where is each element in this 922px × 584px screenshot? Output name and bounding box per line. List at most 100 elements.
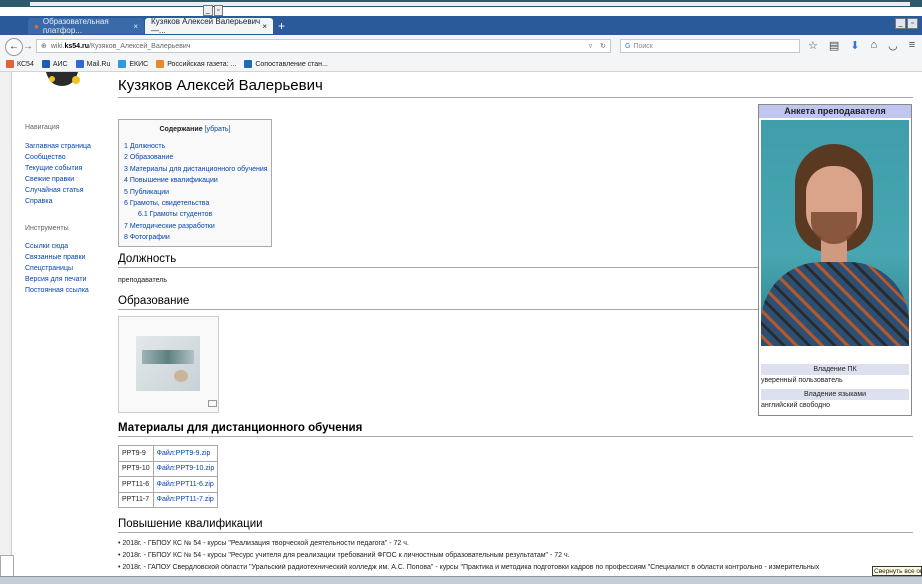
material-file-link[interactable]: Файл:PPT11-7.zip [152, 491, 219, 508]
material-file-link[interactable]: Файл:PPT9-10.zip [152, 460, 219, 477]
close-icon[interactable]: × [262, 22, 267, 31]
reload-icon[interactable]: ↻ [600, 42, 606, 50]
tab-profile[interactable]: Кузяков Алексей Валерьевич —... × [145, 17, 273, 35]
diploma-image[interactable] [136, 336, 200, 391]
diploma-thumbnail[interactable] [118, 316, 219, 413]
bookmark-mailru[interactable]: Mail.Ru [75, 60, 110, 68]
bookmark-icon [75, 60, 84, 68]
section-divider [118, 436, 913, 437]
back-button-icon[interactable]: ← [5, 38, 23, 56]
table-of-contents: Содержание [убрать] 1 Должность 2 Образо… [118, 119, 272, 247]
site-logo[interactable] [40, 72, 90, 90]
toc-item[interactable]: 6.1 Грамоты студентов [124, 209, 268, 220]
material-file-link[interactable]: Файл:PPT11-6.zip [152, 476, 219, 493]
tab-platform[interactable]: ● Образовательная платфор... × [28, 17, 144, 35]
pocket-icon[interactable]: ◡ [888, 39, 898, 52]
minimize-icon[interactable]: _ [203, 5, 213, 16]
section-heading-education: Образование [118, 295, 190, 307]
material-code: PPT11-7 [118, 491, 154, 508]
section-divider [118, 309, 758, 310]
toc-item[interactable]: 4 Повышение квалификации [124, 175, 268, 186]
section-heading-qualification: Повышение квалификации [118, 518, 263, 530]
bookmark-ekis[interactable]: ЕКИС [118, 60, 148, 68]
material-file-link[interactable]: Файл:PPT9-9.zip [152, 445, 219, 462]
bookmark-icon [118, 60, 127, 68]
teacher-infobox: Анкета преподавателя Владение ПК уверенн… [758, 104, 912, 416]
toc-item[interactable]: 2 Образование [124, 152, 268, 163]
forward-button-icon[interactable]: → [23, 41, 33, 52]
toc-hide-link[interactable]: [убрать] [205, 126, 231, 133]
sidebar-item-what-links-here[interactable]: Ссылки сюда [25, 241, 89, 252]
minimize-icon[interactable]: _ [895, 18, 906, 29]
sidebar-item-permanent-link[interactable]: Постоянная ссылка [25, 285, 89, 296]
table-row: PPT9-9 Файл:PPT9-9.zip [118, 445, 219, 462]
sidebar-item-print-version[interactable]: Версия для печати [25, 274, 89, 285]
bookmarks-bar: КС54 АИС Mail.Ru ЕКИС Российская газета:… [0, 57, 922, 72]
infobox-title: Анкета преподавателя [759, 105, 911, 118]
position-value: преподаватель [118, 277, 167, 284]
dropdown-icon[interactable]: ▿ [589, 42, 593, 50]
tab-label: Образовательная платфор... [42, 17, 109, 35]
toc-item[interactable]: 6 Грамоты, свидетельства [124, 198, 268, 209]
maximize-icon[interactable]: ▫ [907, 18, 918, 29]
url-path: /Кузяков_Алексей_Валерьевич [89, 42, 191, 50]
material-code: PPT9-9 [118, 445, 154, 462]
bookmark-ais[interactable]: АИС [41, 60, 68, 68]
list-item: • 2018г. - ГАПОУ Свердловской области "У… [118, 564, 820, 571]
star-icon[interactable]: ☆ [808, 39, 818, 52]
sidebar-item-current-events[interactable]: Текущие события [25, 163, 91, 174]
toc-item[interactable]: 8 Фотографии [124, 232, 268, 243]
material-code: PPT11-6 [118, 476, 154, 493]
section-divider [118, 532, 913, 533]
url-bar[interactable]: ⊕ wiki. ks54.ru /Кузяков_Алексей_Валерье… [36, 39, 611, 53]
bookmark-icon [244, 60, 253, 68]
search-placeholder: Поиск [633, 42, 653, 50]
list-item: • 2018г. - ГБПОУ КС № 54 - курсы "Реализ… [118, 540, 409, 547]
nav-heading: Навигация [25, 124, 60, 131]
search-engine-icon: G [625, 42, 631, 50]
tooltip-minimize-all: Свернуть все окна [872, 566, 922, 576]
globe-icon: ⊕ [41, 43, 47, 50]
enlarge-icon[interactable] [208, 400, 217, 407]
new-tab-icon[interactable]: + [278, 19, 285, 33]
materials-table: PPT9-9 Файл:PPT9-9.zip PPT9-10 Файл:PPT9-1… [118, 445, 219, 508]
material-code: PPT9-10 [118, 460, 154, 477]
reading-list-icon[interactable]: ▤ [829, 39, 839, 52]
section-heading-materials: Материалы для дистанционного обучения [118, 422, 363, 434]
sidebar-item-main-page[interactable]: Заглавная страница [25, 141, 91, 152]
sidebar-item-help[interactable]: Справка [25, 196, 91, 207]
window-controls: _ ▫ [203, 5, 223, 16]
url-prefix: wiki. [50, 42, 65, 50]
tab-label: Кузяков Алексей Валерьевич —... [151, 17, 261, 35]
bookmark-ks54[interactable]: КС54 [6, 60, 34, 68]
bookmark-linkedin[interactable]: Сопоставление стан... [244, 60, 328, 68]
page-title: Кузяков Алексей Валерьевич [118, 77, 323, 94]
teacher-photo[interactable] [761, 120, 909, 346]
search-input[interactable]: G Поиск [620, 39, 800, 53]
sidebar-item-random-article[interactable]: Случайная статья [25, 185, 91, 196]
toc-item[interactable]: 1 Должность [124, 141, 268, 152]
table-row: PPT11-7 Файл:PPT11-7.zip [118, 491, 219, 508]
close-icon[interactable]: × [133, 22, 138, 31]
home-icon[interactable]: ⌂ [871, 39, 878, 52]
bookmark-rg[interactable]: Российская газета: ... [156, 60, 236, 68]
section-heading-position: Должность [118, 253, 177, 265]
list-item: • 2018г. - ГБПОУ КС № 54 - курсы "Ресурс… [118, 552, 570, 559]
infobox-pc-label: Владение ПК [761, 364, 909, 375]
tools-list: Ссылки сюда Связанные правки Спецстраниц… [25, 241, 89, 296]
sidebar-item-related-changes[interactable]: Связанные правки [25, 252, 89, 263]
download-icon[interactable]: ⬇ [850, 39, 859, 52]
sidebar-item-special-pages[interactable]: Спецстраницы [25, 263, 89, 274]
toc-item[interactable]: 3 Материалы для дистанционного обучения [124, 164, 268, 175]
title-divider [118, 97, 913, 98]
toc-item[interactable]: 5 Публикации [124, 187, 268, 198]
menu-icon[interactable]: ≡ [909, 39, 915, 52]
maximize-icon[interactable]: ▫ [213, 5, 223, 16]
bookmark-icon [41, 60, 50, 68]
toc-item[interactable]: 7 Методические разработки [124, 221, 268, 232]
window-edge-fragment [0, 555, 14, 577]
bookmark-icon [6, 60, 14, 68]
sidebar-item-recent-changes[interactable]: Свежие правки [25, 174, 91, 185]
sidebar-item-community[interactable]: Сообщество [25, 152, 91, 163]
tab-bar: ● Образовательная платфор... × Кузяков А… [0, 16, 922, 35]
